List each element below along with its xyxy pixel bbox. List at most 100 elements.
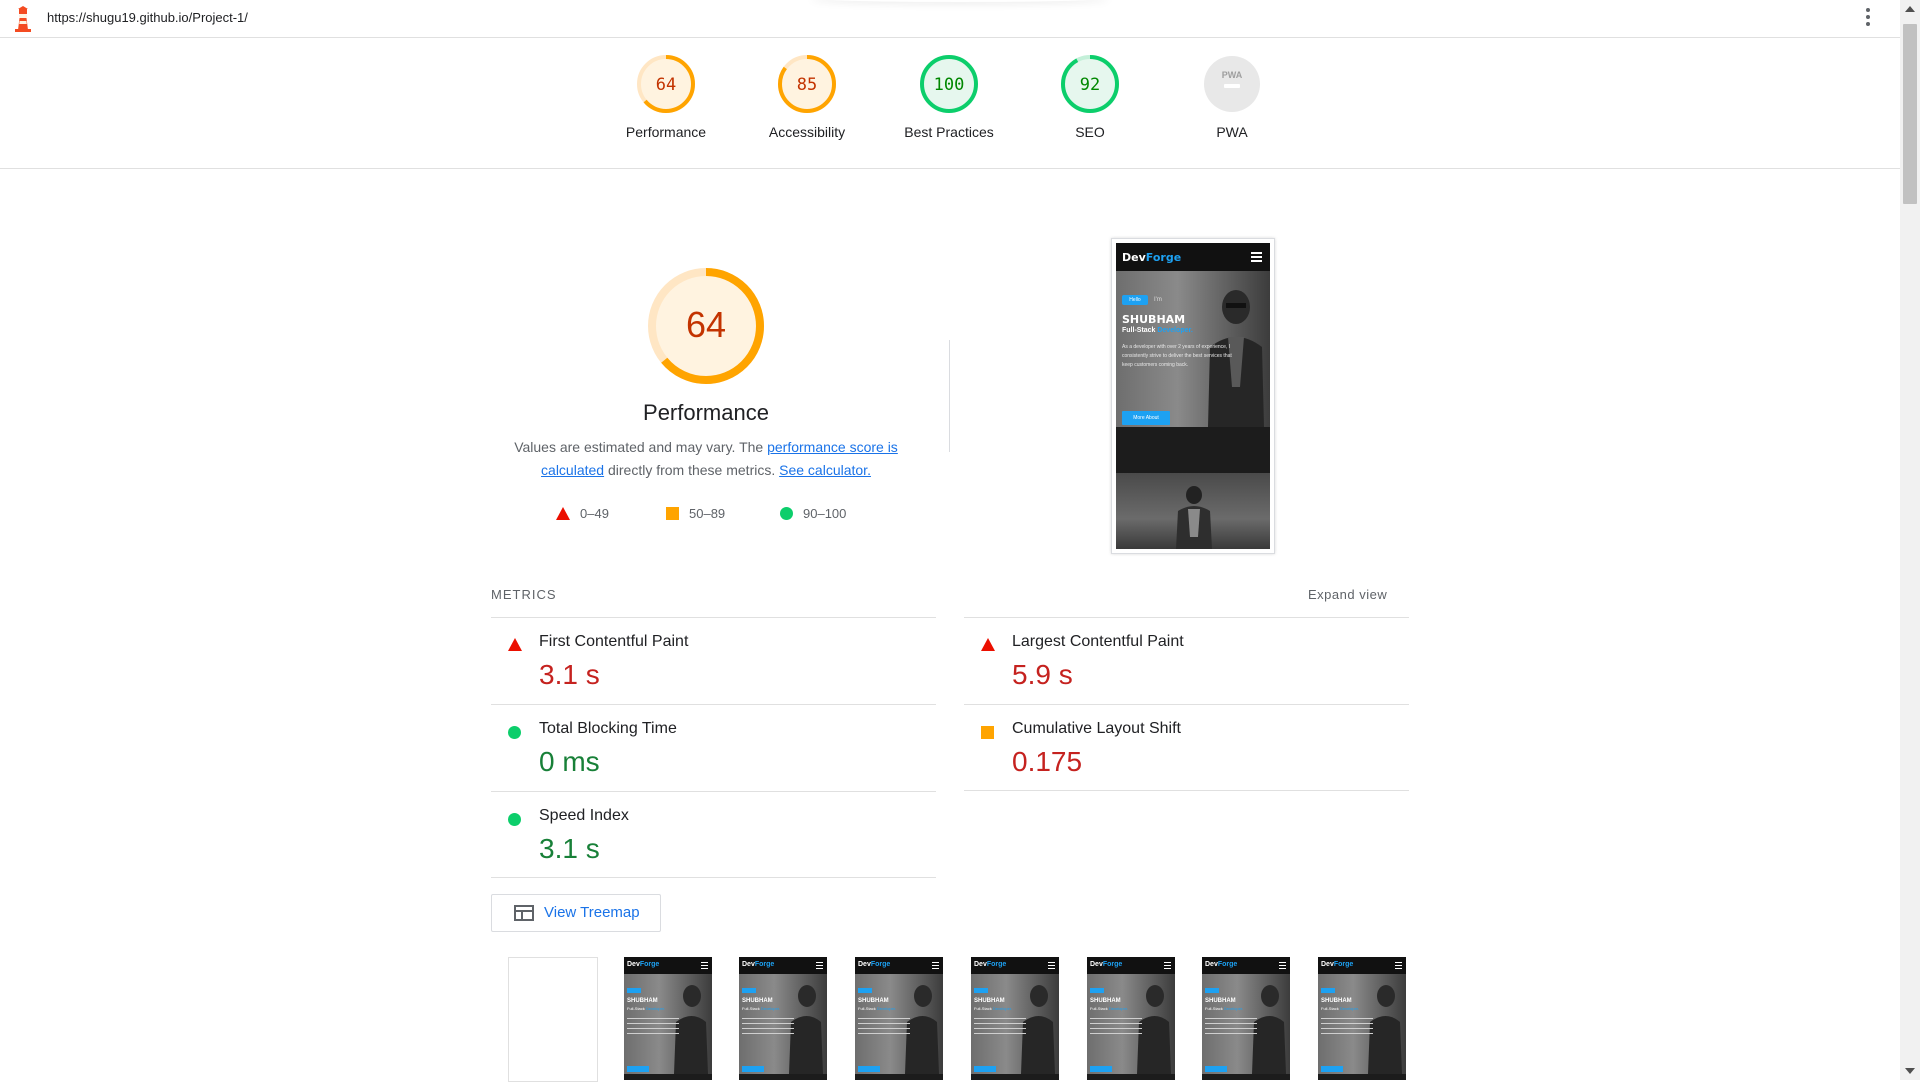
hamburger-icon	[1048, 962, 1055, 971]
gauge-label-pwa: PWA	[1216, 124, 1248, 140]
gauge-label-seo: SEO	[1075, 124, 1105, 140]
average-square-icon	[666, 507, 679, 520]
performance-description: Values are estimated and may vary. The p…	[502, 436, 910, 482]
metric-cumulative-layout-shift[interactable]: Cumulative Layout Shift 0.175	[964, 704, 1409, 791]
view-treemap-label: View Treemap	[544, 904, 640, 921]
legend-fail-range: 0–49	[580, 506, 609, 521]
hamburger-icon	[1395, 962, 1402, 971]
top-shadow	[810, 0, 1110, 2]
preview-pill: Hello	[1122, 295, 1148, 305]
metric-name: Speed Index	[539, 807, 629, 824]
metric-name: First Contentful Paint	[539, 633, 689, 650]
pass-circle-icon	[780, 507, 793, 520]
metrics-heading: METRICS	[491, 587, 557, 602]
metric-value: 3.1 s	[539, 833, 600, 864]
expand-view-button[interactable]: Expand view	[1308, 587, 1387, 602]
filmstrip-frame: DevForge SHUBHAM Full-Stack Developer.	[739, 957, 827, 1080]
fail-triangle-icon	[556, 507, 570, 520]
preview-role: Full-Stack Developer.	[1122, 327, 1193, 334]
metric-value: 0 ms	[539, 746, 600, 777]
frame-thumbnail: DevForge SHUBHAM Full-Stack Developer.	[1318, 957, 1406, 1080]
filmstrip-frame: DevForge SHUBHAM Full-Stack Developer.	[1202, 957, 1290, 1080]
top-bar: https://shugu19.github.io/Project-1/	[0, 0, 1900, 38]
gauge-score-performance: 64	[656, 75, 676, 95]
gauge-ring-seo: 92	[1061, 55, 1119, 113]
scroll-down-icon[interactable]	[1905, 1068, 1915, 1074]
preview-pill-text: I'm	[1154, 297, 1162, 303]
desc-text-1: Values are estimated and may vary. The	[514, 439, 768, 455]
preview-brand: DevForge	[1122, 251, 1182, 264]
vertical-scrollbar[interactable]	[1900, 0, 1920, 1080]
pwa-badge-text: PWA	[1222, 70, 1243, 80]
frame-thumbnail: DevForge SHUBHAM Full-Stack Developer.	[1087, 957, 1175, 1080]
metric-total-blocking-time[interactable]: Total Blocking Time 0 ms	[491, 704, 936, 791]
preview-second-photo	[1116, 473, 1270, 549]
fail-triangle-icon	[508, 638, 522, 651]
gauge-score-best-practices: 100	[934, 75, 965, 95]
page-url: https://shugu19.github.io/Project-1/	[47, 10, 248, 25]
more-options-icon[interactable]	[1864, 8, 1872, 30]
performance-title: Performance	[643, 400, 769, 425]
see-calculator-link[interactable]: See calculator.	[779, 462, 871, 478]
preview-blurb: As a developer with over 2 years of expe…	[1122, 344, 1232, 368]
summary-divider	[949, 340, 950, 452]
metric-divider	[964, 790, 1409, 791]
view-treemap-button[interactable]: View Treemap	[491, 894, 661, 932]
metric-value: 5.9 s	[1012, 659, 1073, 690]
metric-speed-index[interactable]: Speed Index 3.1 s	[491, 791, 936, 878]
filmstrip-frame: DevForge SHUBHAM Full-Stack Developer.	[624, 957, 712, 1080]
performance-score-large: 64	[686, 304, 726, 345]
legend-average-range: 50–89	[689, 506, 726, 521]
metric-largest-contentful-paint[interactable]: Largest Contentful Paint 5.9 s	[964, 617, 1409, 704]
metric-divider	[491, 877, 936, 878]
preview-more-about-button: More About	[1122, 411, 1170, 425]
frame-thumbnail: DevForge SHUBHAM Full-Stack Developer.	[1202, 957, 1290, 1080]
pwa-badge-icon: PWA	[1204, 56, 1260, 112]
filmstrip-frame: DevForge SHUBHAM Full-Stack Developer.	[855, 957, 943, 1080]
treemap-icon	[514, 905, 534, 921]
desc-text-2: directly from these metrics.	[604, 462, 780, 478]
frame-thumbnail: DevForge SHUBHAM Full-Stack Developer.	[739, 957, 827, 1080]
scrollbar-thumb[interactable]	[1903, 24, 1917, 204]
legend-fail: 0–49	[556, 506, 609, 521]
metric-first-contentful-paint[interactable]: First Contentful Paint 3.1 s	[491, 617, 936, 704]
metric-name: Largest Contentful Paint	[1012, 633, 1184, 650]
gauge-label-performance: Performance	[625, 124, 707, 140]
frame-thumbnail: DevForge SHUBHAM Full-Stack Developer.	[971, 957, 1059, 1080]
metric-value: 3.1 s	[539, 659, 600, 690]
pass-circle-icon	[508, 813, 521, 826]
hamburger-icon	[1251, 252, 1262, 264]
preview-name: SHUBHAM	[1122, 313, 1186, 326]
gauge-best-practices[interactable]: 100 Best Practices	[879, 54, 1019, 140]
screenshot-page: DevForge Hello I'm SHUBHAM Full-Stack De…	[1116, 243, 1270, 549]
legend-average: 50–89	[666, 506, 725, 521]
gauge-ring-best-practices: 100	[920, 55, 978, 113]
scroll-up-icon[interactable]	[1905, 6, 1915, 12]
gauge-seo[interactable]: 92 SEO	[1020, 54, 1160, 140]
person-photo-2-icon	[1176, 486, 1212, 549]
gauge-ring-performance: 64	[637, 55, 695, 113]
pass-circle-icon	[508, 726, 521, 739]
gauge-score-seo: 92	[1080, 75, 1100, 95]
frame-thumbnail: DevForge SHUBHAM Full-Stack Developer.	[855, 957, 943, 1080]
gauge-performance[interactable]: 64 Performance	[596, 54, 736, 140]
metric-name: Cumulative Layout Shift	[1012, 720, 1181, 737]
filmstrip-frame: DevForge SHUBHAM Full-Stack Developer.	[1087, 957, 1175, 1080]
hamburger-icon	[1164, 962, 1171, 971]
gauge-pwa[interactable]: PWA PWA	[1162, 54, 1302, 140]
hamburger-icon	[932, 962, 939, 971]
filmstrip-frame: DevForge SHUBHAM Full-Stack Developer.	[1318, 957, 1406, 1080]
legend-pass-range: 90–100	[803, 506, 847, 521]
average-square-icon	[981, 726, 994, 739]
hamburger-icon	[701, 962, 708, 971]
gauge-label-best-practices: Best Practices	[904, 124, 994, 140]
metric-value: 0.175	[1012, 746, 1083, 777]
gauge-label-accessibility: Accessibility	[768, 124, 846, 140]
legend-pass: 90–100	[780, 506, 846, 521]
gauge-accessibility[interactable]: 85 Accessibility	[737, 54, 877, 140]
final-screenshot[interactable]: DevForge Hello I'm SHUBHAM Full-Stack De…	[1111, 238, 1275, 554]
filmstrip-frame	[508, 957, 598, 1082]
performance-gauge-large: 64	[648, 268, 764, 384]
metric-name: Total Blocking Time	[539, 720, 677, 737]
hamburger-icon	[1279, 962, 1286, 971]
